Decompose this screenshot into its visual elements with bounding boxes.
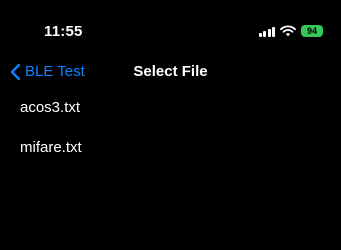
signal-icon (258, 26, 275, 37)
file-item-acos3[interactable]: acos3.txt (0, 96, 341, 136)
file-item-mifare[interactable]: mifare.txt (0, 136, 341, 176)
file-list: acos3.txt mifare.txt (0, 96, 341, 176)
status-icons: 94 (258, 25, 323, 37)
wifi-icon (280, 25, 296, 37)
status-bar: 11:55 94 (0, 0, 341, 40)
back-button-label: BLE Test (25, 63, 85, 80)
chevron-left-icon (10, 63, 21, 81)
navigation-bar: Select File BLE Test (0, 58, 341, 86)
battery-icon: 94 (301, 25, 323, 37)
status-time: 11:55 (44, 23, 83, 40)
back-button[interactable]: BLE Test (10, 60, 85, 84)
